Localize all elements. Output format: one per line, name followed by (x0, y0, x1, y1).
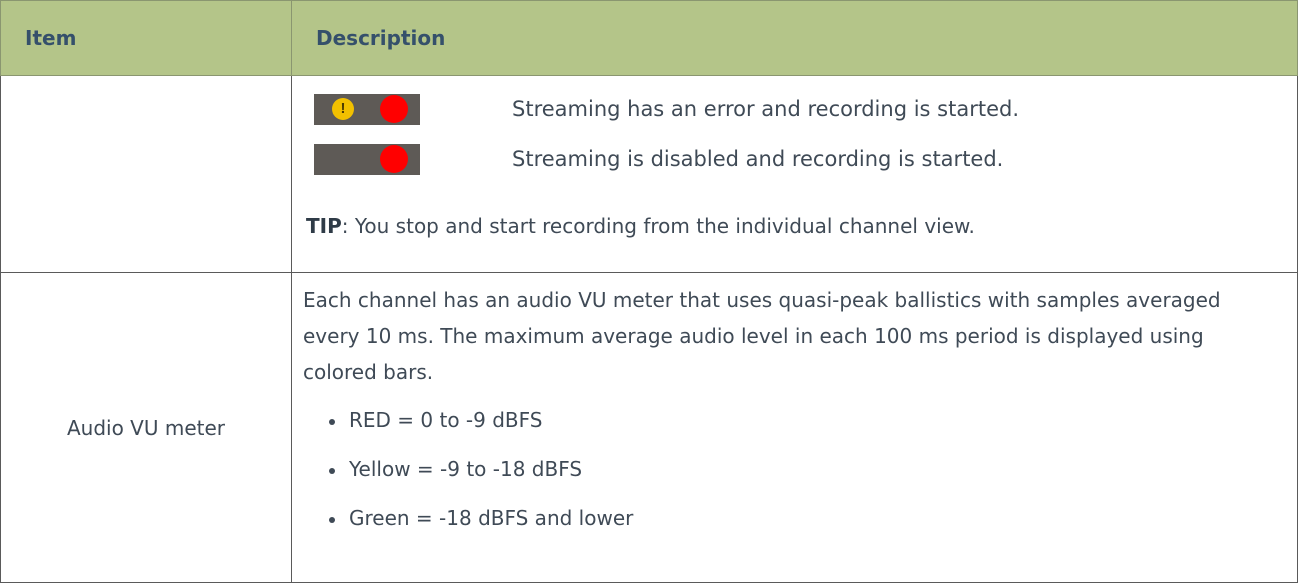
list-item: Green = -18 dBFS and lower (327, 498, 1296, 547)
status-row-disabled-recording: Streaming is disabled and recording is s… (302, 134, 1297, 184)
row-description-cell: Each channel has an audio VU meter that … (291, 272, 1298, 583)
table-row: ! Streaming has an error and recording i… (0, 75, 1298, 273)
list-item-text: RED = 0 to -9 dBFS (349, 408, 543, 432)
list-item: RED = 0 to -9 dBFS (327, 400, 1296, 449)
item-description-table: Item Description ! Streaming has an erro… (0, 0, 1298, 583)
row-description-cell: ! Streaming has an error and recording i… (291, 75, 1298, 273)
tip-label: TIP (306, 214, 342, 238)
header-description: Description (291, 0, 1298, 76)
recording-dot-icon (380, 144, 408, 173)
list-item-text: Yellow = -9 to -18 dBFS (349, 457, 583, 481)
row-item-cell: Audio VU meter (0, 272, 292, 583)
warning-icon: ! (332, 97, 354, 120)
status-text: Streaming has an error and recording is … (512, 97, 1019, 121)
status-text: Streaming is disabled and recording is s… (512, 147, 1004, 171)
description-table-wrapper: Item Description ! Streaming has an erro… (0, 0, 1298, 583)
status-indicator-bar (314, 143, 420, 175)
recording-dot-icon (380, 94, 408, 123)
bullet-icon (329, 468, 335, 474)
header-item: Item (0, 0, 292, 76)
table-header-row: Item Description (0, 0, 1298, 76)
tip-text: : You stop and start recording from the … (341, 214, 975, 238)
bullet-icon (329, 419, 335, 425)
level-list: RED = 0 to -9 dBFS Yellow = -9 to -18 dB… (293, 400, 1296, 547)
list-item-text: Green = -18 dBFS and lower (349, 506, 634, 530)
status-row-error-recording: ! Streaming has an error and recording i… (302, 84, 1297, 134)
status-indicator-bar: ! (314, 93, 420, 125)
description-paragraph: Each channel has an audio VU meter that … (303, 288, 1221, 384)
tip-note: TIP: You stop and start recording from t… (306, 214, 1297, 238)
table-row: Audio VU meter Each channel has an audio… (0, 272, 1298, 583)
list-item: Yellow = -9 to -18 dBFS (327, 449, 1296, 498)
bullet-icon (329, 517, 335, 523)
row-item-cell (0, 75, 292, 273)
